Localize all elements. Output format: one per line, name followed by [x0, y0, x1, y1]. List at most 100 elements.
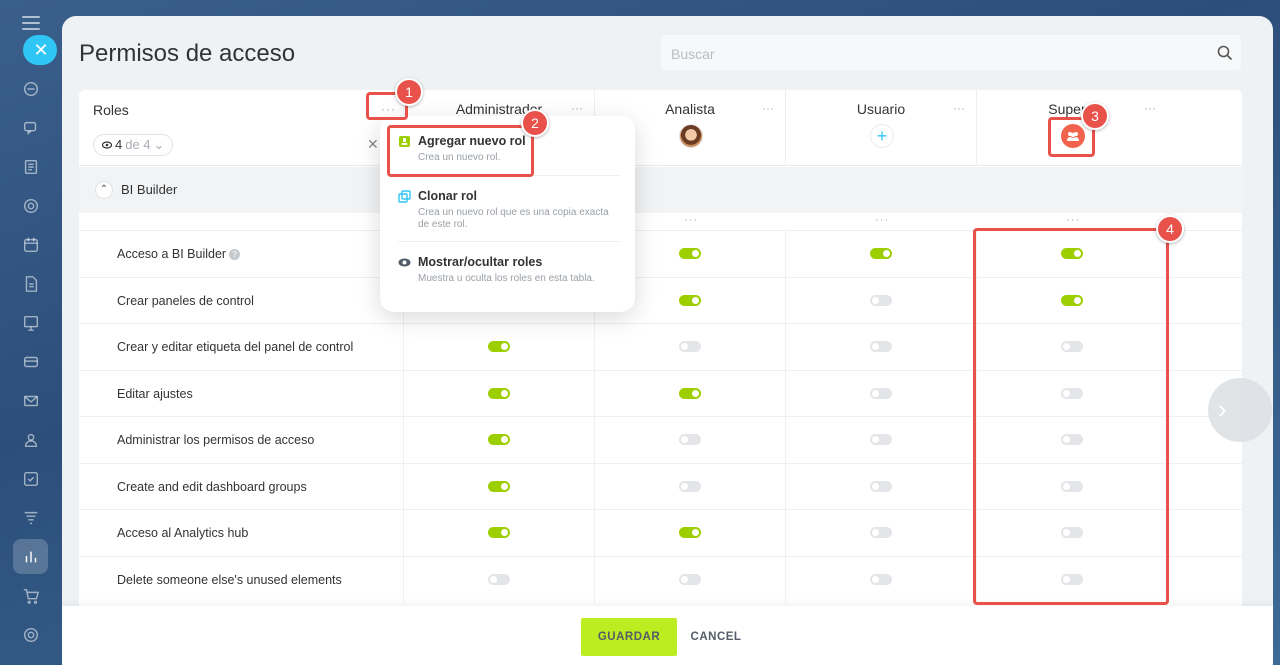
- roles-label: Roles: [93, 102, 129, 118]
- eye-icon: [102, 141, 112, 149]
- funnel-icon[interactable]: [18, 505, 44, 531]
- chevron-down-icon: ⌄: [153, 137, 165, 152]
- search-icon[interactable]: [1217, 45, 1233, 61]
- column-usuario[interactable]: Usuario ··· +: [785, 90, 975, 166]
- permission-cell: [403, 370, 593, 417]
- permission-toggle[interactable]: [870, 573, 892, 585]
- permission-cell: [785, 510, 975, 556]
- menu-icon[interactable]: [22, 16, 40, 30]
- close-icon[interactable]: ✕: [23, 35, 57, 65]
- permission-toggle[interactable]: [488, 573, 510, 585]
- menu-item-desc: Crea un nuevo rol que es una copia exact…: [418, 207, 609, 230]
- menu-item-desc: Muestra u oculta los roles en esta tabla…: [418, 273, 595, 284]
- cancel-button[interactable]: CANCEL: [684, 618, 748, 656]
- permission-cell: [403, 556, 593, 603]
- permission-cell: [594, 417, 784, 463]
- column-more-icon[interactable]: ···: [1144, 101, 1156, 115]
- menu-item-toggle-roles[interactable]: Mostrar/ocultar roles Muestra u oculta l…: [398, 255, 620, 285]
- column-name: Supervi: [1048, 101, 1096, 117]
- permission-cell: [403, 324, 593, 370]
- search-input[interactable]: Buscar: [660, 34, 1242, 71]
- permission-toggle[interactable]: [679, 341, 701, 352]
- column-more-icon[interactable]: ···: [1066, 214, 1080, 226]
- permission-toggle[interactable]: [679, 387, 701, 399]
- roles-visible-counter[interactable]: 4 de 4 ⌄: [93, 134, 174, 156]
- permission-toggle[interactable]: [870, 387, 892, 399]
- menu-item-title: Clonar rol: [418, 189, 478, 203]
- menu-item-clone-role[interactable]: Clonar rol Crea un nuevo rol que es una …: [398, 189, 620, 231]
- contacts-icon[interactable]: [18, 427, 44, 453]
- permission-toggle[interactable]: [679, 434, 701, 445]
- permission-toggle[interactable]: [870, 248, 892, 259]
- permission-cell: [403, 510, 593, 556]
- permission-toggle[interactable]: [488, 341, 510, 352]
- feed-icon[interactable]: [18, 154, 44, 180]
- search-placeholder: Buscar: [671, 46, 715, 62]
- permission-toggle[interactable]: [870, 527, 892, 538]
- tasks-icon[interactable]: [18, 466, 44, 492]
- annotation-badge-2: 2: [521, 109, 549, 137]
- settings-icon[interactable]: [18, 622, 44, 648]
- documents-icon[interactable]: [18, 271, 44, 297]
- menu-item-title: Mostrar/ocultar roles: [418, 255, 543, 269]
- permission-label: Editar ajustes: [117, 387, 193, 401]
- mail-icon[interactable]: [18, 388, 44, 414]
- permission-label-text: Administrar los permisos de acceso: [117, 433, 315, 447]
- column-name: Administrador: [455, 101, 543, 117]
- calendar-icon[interactable]: [18, 232, 44, 258]
- permission-label-text: Editar ajustes: [117, 386, 193, 401]
- messages-icon[interactable]: [18, 115, 44, 141]
- column-more-icon[interactable]: ···: [953, 101, 965, 115]
- column-name: Analista: [665, 101, 715, 117]
- annotation-badge-3: 3: [1081, 102, 1109, 130]
- permission-toggle[interactable]: [679, 480, 701, 492]
- column-more-icon[interactable]: ···: [684, 214, 698, 226]
- analytics-icon[interactable]: [13, 539, 48, 574]
- permission-label: Administrar los permisos de acceso: [117, 433, 314, 447]
- permission-toggle[interactable]: [870, 341, 892, 352]
- permission-toggle[interactable]: [870, 294, 892, 306]
- permission-toggle[interactable]: [488, 387, 510, 399]
- column-name: Usuario: [856, 101, 906, 117]
- permission-toggle[interactable]: [488, 434, 510, 445]
- permission-toggle[interactable]: [679, 573, 701, 585]
- permission-toggle[interactable]: [679, 294, 701, 306]
- permission-toggle[interactable]: [488, 480, 510, 492]
- add-member-icon[interactable]: +: [870, 124, 894, 148]
- chat-bubble-icon[interactable]: [18, 76, 44, 102]
- help-icon[interactable]: ?: [229, 249, 241, 260]
- save-button[interactable]: GUARDAR: [581, 618, 677, 656]
- chevron-up-icon[interactable]: ⌃: [95, 181, 113, 199]
- avatar[interactable]: [679, 124, 703, 148]
- permission-toggle[interactable]: [488, 527, 510, 538]
- column-more-icon[interactable]: ···: [571, 101, 583, 115]
- permission-toggle[interactable]: [679, 527, 701, 538]
- permission-label: Crear y editar etiqueta del panel de con…: [117, 340, 353, 354]
- permission-toggle[interactable]: [679, 248, 701, 259]
- copy-icon: [398, 190, 411, 203]
- permission-label-text: Delete someone else's unused elements: [117, 572, 342, 587]
- collab-icon[interactable]: [18, 193, 44, 219]
- permission-cell: [594, 510, 784, 556]
- clear-icon[interactable]: ✕: [367, 136, 379, 153]
- permission-cell: [785, 370, 975, 417]
- permission-cell: [785, 231, 975, 277]
- scroll-right-button[interactable]: ›: [1208, 378, 1272, 442]
- permission-toggle[interactable]: [870, 480, 892, 492]
- permission-toggle[interactable]: [870, 434, 892, 445]
- permission-cell: [403, 463, 593, 510]
- permission-label-text: Acceso a BI Builder: [117, 247, 227, 261]
- eye-icon: [398, 258, 411, 267]
- permission-cell: [785, 277, 975, 324]
- cart-icon[interactable]: [18, 583, 44, 609]
- permission-label-text: Create and edit dashboard groups: [117, 479, 307, 494]
- column-more-icon[interactable]: ···: [762, 101, 774, 115]
- menu-divider: [398, 241, 620, 242]
- permission-cell: [785, 556, 975, 603]
- boards-icon[interactable]: [18, 310, 44, 336]
- column-more-icon[interactable]: ···: [875, 214, 889, 226]
- annotation-badge-4: 4: [1156, 215, 1184, 243]
- section-bi-builder[interactable]: ⌃ BI Builder: [79, 167, 1242, 213]
- drive-icon[interactable]: [18, 349, 44, 375]
- permission-cell: [594, 370, 784, 417]
